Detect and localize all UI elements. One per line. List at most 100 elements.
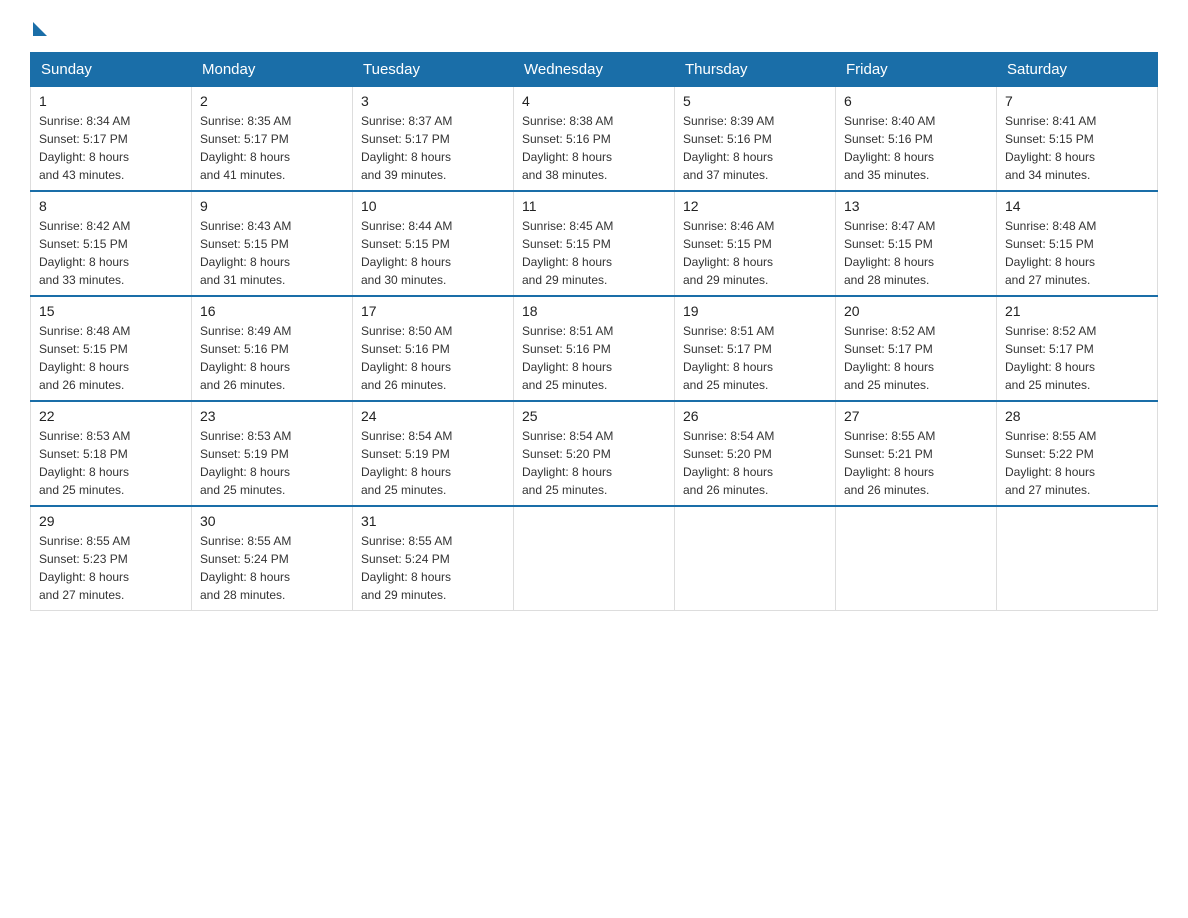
day-number: 13	[844, 198, 988, 214]
header-wednesday: Wednesday	[514, 53, 675, 87]
day-cell-8: 8 Sunrise: 8:42 AMSunset: 5:15 PMDaylight…	[31, 191, 192, 296]
day-cell-20: 20 Sunrise: 8:52 AMSunset: 5:17 PMDayligh…	[836, 296, 997, 401]
day-info: Sunrise: 8:55 AMSunset: 5:22 PMDaylight:…	[1005, 427, 1149, 499]
day-info: Sunrise: 8:47 AMSunset: 5:15 PMDaylight:…	[844, 217, 988, 289]
week-row-5: 29Sunrise: 8:55 AMSunset: 5:23 PMDayligh…	[31, 506, 1158, 611]
day-cell-12: 12Sunrise: 8:46 AMSunset: 5:15 PMDayligh…	[675, 191, 836, 296]
day-cell-26: 26 Sunrise: 8:54 AMSunset: 5:20 PMDayligh…	[675, 401, 836, 506]
logo-text	[30, 20, 47, 36]
day-cell-13: 13 Sunrise: 8:47 AMSunset: 5:15 PMDayligh…	[836, 191, 997, 296]
calendar-table: SundayMondayTuesdayWednesdayThursdayFrid…	[30, 52, 1158, 611]
day-number: 5	[683, 93, 827, 109]
day-number: 24	[361, 408, 505, 424]
day-info: Sunrise: 8:34 AMSunset: 5:17 PMDaylight:…	[39, 112, 183, 184]
day-number: 14	[1005, 198, 1149, 214]
day-number: 29	[39, 513, 183, 529]
header-sunday: Sunday	[31, 53, 192, 87]
day-cell-3: 3Sunrise: 8:37 AMSunset: 5:17 PMDaylight…	[353, 87, 514, 192]
day-info: Sunrise: 8:44 AMSunset: 5:15 PMDaylight:…	[361, 217, 505, 289]
day-info: Sunrise: 8:48 AMSunset: 5:15 PMDaylight:…	[39, 322, 183, 394]
day-cell-5: 5 Sunrise: 8:39 AMSunset: 5:16 PMDaylight…	[675, 87, 836, 192]
day-number: 31	[361, 513, 505, 529]
day-number: 19	[683, 303, 827, 319]
day-info: Sunrise: 8:53 AMSunset: 5:19 PMDaylight:…	[200, 427, 344, 499]
header-monday: Monday	[192, 53, 353, 87]
day-cell-15: 15 Sunrise: 8:48 AMSunset: 5:15 PMDayligh…	[31, 296, 192, 401]
empty-cell	[836, 506, 997, 611]
day-info: Sunrise: 8:50 AMSunset: 5:16 PMDaylight:…	[361, 322, 505, 394]
day-info: Sunrise: 8:55 AMSunset: 5:24 PMDaylight:…	[361, 532, 505, 604]
day-cell-28: 28 Sunrise: 8:55 AMSunset: 5:22 PMDayligh…	[997, 401, 1158, 506]
day-number: 2	[200, 93, 344, 109]
day-info: Sunrise: 8:43 AMSunset: 5:15 PMDaylight:…	[200, 217, 344, 289]
day-info: Sunrise: 8:53 AMSunset: 5:18 PMDaylight:…	[39, 427, 183, 499]
day-number: 25	[522, 408, 666, 424]
day-number: 17	[361, 303, 505, 319]
calendar-header-row: SundayMondayTuesdayWednesdayThursdayFrid…	[31, 53, 1158, 87]
day-info: Sunrise: 8:54 AMSunset: 5:20 PMDaylight:…	[683, 427, 827, 499]
day-info: Sunrise: 8:54 AMSunset: 5:19 PMDaylight:…	[361, 427, 505, 499]
week-row-3: 15 Sunrise: 8:48 AMSunset: 5:15 PMDayligh…	[31, 296, 1158, 401]
day-cell-18: 18 Sunrise: 8:51 AMSunset: 5:16 PMDayligh…	[514, 296, 675, 401]
day-number: 28	[1005, 408, 1149, 424]
day-number: 21	[1005, 303, 1149, 319]
day-cell-16: 16Sunrise: 8:49 AMSunset: 5:16 PMDayligh…	[192, 296, 353, 401]
day-number: 27	[844, 408, 988, 424]
day-cell-4: 4Sunrise: 8:38 AMSunset: 5:16 PMDaylight…	[514, 87, 675, 192]
day-number: 3	[361, 93, 505, 109]
day-cell-27: 27 Sunrise: 8:55 AMSunset: 5:21 PMDayligh…	[836, 401, 997, 506]
day-info: Sunrise: 8:51 AMSunset: 5:16 PMDaylight:…	[522, 322, 666, 394]
day-number: 20	[844, 303, 988, 319]
day-info: Sunrise: 8:54 AMSunset: 5:20 PMDaylight:…	[522, 427, 666, 499]
day-number: 18	[522, 303, 666, 319]
day-cell-19: 19 Sunrise: 8:51 AMSunset: 5:17 PMDayligh…	[675, 296, 836, 401]
day-info: Sunrise: 8:52 AMSunset: 5:17 PMDaylight:…	[844, 322, 988, 394]
day-cell-21: 21 Sunrise: 8:52 AMSunset: 5:17 PMDayligh…	[997, 296, 1158, 401]
day-number: 4	[522, 93, 666, 109]
day-number: 23	[200, 408, 344, 424]
day-info: Sunrise: 8:42 AMSunset: 5:15 PMDaylight:…	[39, 217, 183, 289]
day-number: 8	[39, 198, 183, 214]
day-cell-22: 22 Sunrise: 8:53 AMSunset: 5:18 PMDayligh…	[31, 401, 192, 506]
day-info: Sunrise: 8:40 AMSunset: 5:16 PMDaylight:…	[844, 112, 988, 184]
week-row-2: 8 Sunrise: 8:42 AMSunset: 5:15 PMDaylight…	[31, 191, 1158, 296]
week-row-1: 1 Sunrise: 8:34 AMSunset: 5:17 PMDaylight…	[31, 87, 1158, 192]
day-cell-30: 30Sunrise: 8:55 AMSunset: 5:24 PMDayligh…	[192, 506, 353, 611]
day-info: Sunrise: 8:35 AMSunset: 5:17 PMDaylight:…	[200, 112, 344, 184]
empty-cell	[997, 506, 1158, 611]
day-cell-7: 7Sunrise: 8:41 AMSunset: 5:15 PMDaylight…	[997, 87, 1158, 192]
day-cell-25: 25 Sunrise: 8:54 AMSunset: 5:20 PMDayligh…	[514, 401, 675, 506]
day-number: 22	[39, 408, 183, 424]
day-cell-1: 1 Sunrise: 8:34 AMSunset: 5:17 PMDaylight…	[31, 87, 192, 192]
day-number: 1	[39, 93, 183, 109]
day-number: 15	[39, 303, 183, 319]
day-cell-31: 31 Sunrise: 8:55 AMSunset: 5:24 PMDayligh…	[353, 506, 514, 611]
header-saturday: Saturday	[997, 53, 1158, 87]
day-cell-29: 29Sunrise: 8:55 AMSunset: 5:23 PMDayligh…	[31, 506, 192, 611]
day-cell-24: 24 Sunrise: 8:54 AMSunset: 5:19 PMDayligh…	[353, 401, 514, 506]
day-info: Sunrise: 8:49 AMSunset: 5:16 PMDaylight:…	[200, 322, 344, 394]
day-info: Sunrise: 8:39 AMSunset: 5:16 PMDaylight:…	[683, 112, 827, 184]
day-cell-11: 11Sunrise: 8:45 AMSunset: 5:15 PMDayligh…	[514, 191, 675, 296]
day-cell-10: 10Sunrise: 8:44 AMSunset: 5:15 PMDayligh…	[353, 191, 514, 296]
day-number: 26	[683, 408, 827, 424]
day-info: Sunrise: 8:51 AMSunset: 5:17 PMDaylight:…	[683, 322, 827, 394]
empty-cell	[675, 506, 836, 611]
day-cell-6: 6 Sunrise: 8:40 AMSunset: 5:16 PMDaylight…	[836, 87, 997, 192]
logo	[30, 20, 47, 32]
day-cell-23: 23 Sunrise: 8:53 AMSunset: 5:19 PMDayligh…	[192, 401, 353, 506]
logo-arrow-icon	[33, 22, 47, 36]
day-cell-14: 14 Sunrise: 8:48 AMSunset: 5:15 PMDayligh…	[997, 191, 1158, 296]
day-number: 30	[200, 513, 344, 529]
day-info: Sunrise: 8:45 AMSunset: 5:15 PMDaylight:…	[522, 217, 666, 289]
day-info: Sunrise: 8:46 AMSunset: 5:15 PMDaylight:…	[683, 217, 827, 289]
day-cell-2: 2 Sunrise: 8:35 AMSunset: 5:17 PMDaylight…	[192, 87, 353, 192]
day-info: Sunrise: 8:52 AMSunset: 5:17 PMDaylight:…	[1005, 322, 1149, 394]
day-number: 6	[844, 93, 988, 109]
empty-cell	[514, 506, 675, 611]
day-number: 7	[1005, 93, 1149, 109]
header-thursday: Thursday	[675, 53, 836, 87]
header-tuesday: Tuesday	[353, 53, 514, 87]
day-info: Sunrise: 8:55 AMSunset: 5:21 PMDaylight:…	[844, 427, 988, 499]
day-info: Sunrise: 8:48 AMSunset: 5:15 PMDaylight:…	[1005, 217, 1149, 289]
